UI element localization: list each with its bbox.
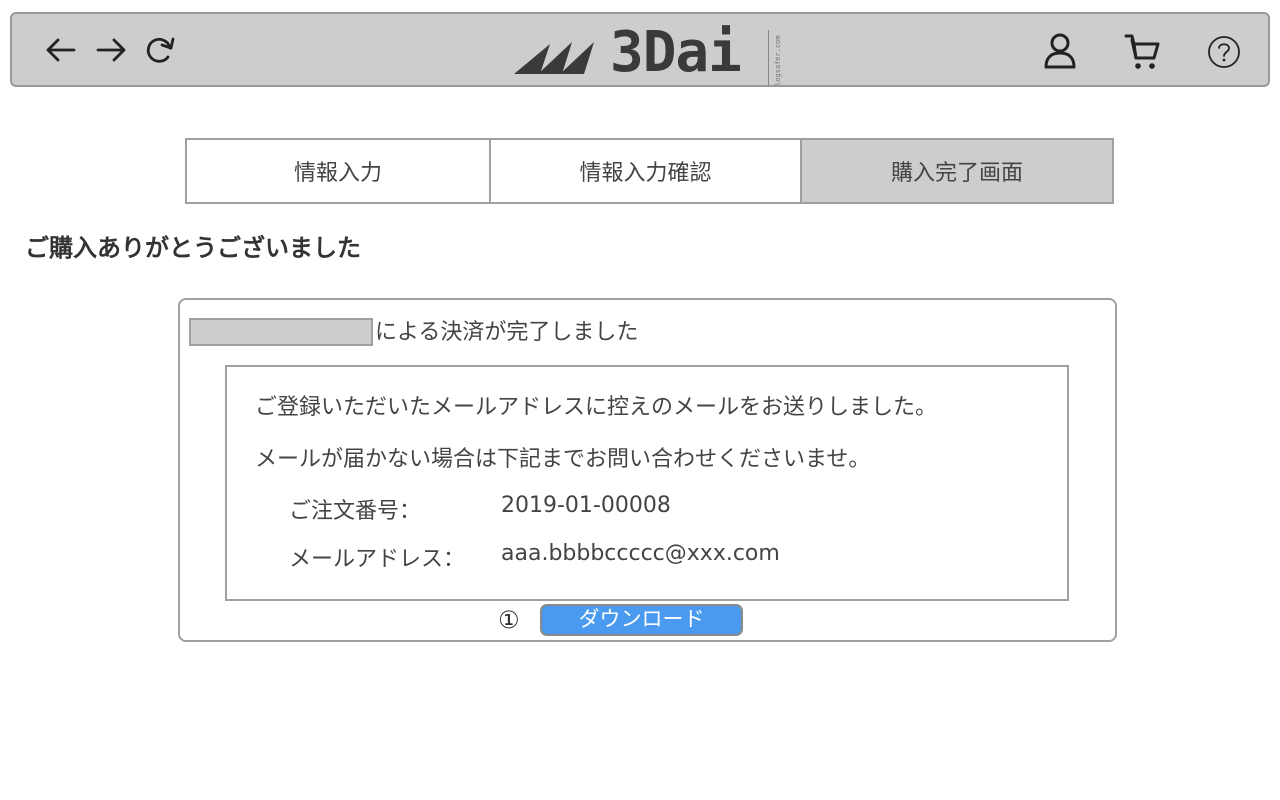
logo-divider	[768, 30, 769, 86]
order-info-box: ご登録いただいたメールアドレスに控えのメールをお送りしました。 メールが届かない…	[225, 365, 1069, 601]
order-number-value: 2019-01-00008	[501, 493, 671, 518]
annotation-marker: ①	[498, 606, 520, 634]
top-bar: 3Dai logsafer.com	[10, 12, 1270, 87]
email-value: aaa.bbbbccccc@xxx.com	[501, 541, 780, 566]
order-number-label: ご注文番号：	[289, 499, 422, 524]
payment-complete-text: による決済が完了しました	[375, 320, 639, 345]
logo-subtext: logsafer.com	[774, 35, 782, 86]
help-icon[interactable]	[1202, 30, 1246, 74]
cart-icon[interactable]	[1120, 30, 1164, 74]
completion-panel: による決済が完了しました ご登録いただいたメールアドレスに控えのメールをお送りし…	[178, 298, 1117, 642]
site-logo[interactable]: 3Dai logsafer.com	[510, 20, 800, 86]
contact-message: メールが届かない場合は下記までお問い合わせくださいませ。	[255, 447, 871, 472]
step-info-confirm: 情報入力確認	[489, 140, 800, 202]
page-title: ご購入ありがとうございました	[25, 234, 361, 262]
step-purchase-complete: 購入完了画面	[800, 140, 1112, 202]
payment-method-placeholder	[189, 318, 373, 346]
logo-mark-icon	[514, 42, 594, 74]
email-sent-message: ご登録いただいたメールアドレスに控えのメールをお送りしました。	[255, 395, 938, 420]
user-icon[interactable]	[1038, 30, 1082, 74]
logo-text: 3Dai	[610, 20, 742, 85]
reload-icon[interactable]	[142, 32, 178, 68]
step-tabs: 情報入力 情報入力確認 購入完了画面	[185, 138, 1114, 204]
arrow-right-icon[interactable]	[94, 32, 130, 68]
arrow-left-icon[interactable]	[42, 32, 78, 68]
download-button[interactable]: ダウンロード	[540, 604, 743, 636]
step-info-input: 情報入力	[187, 140, 489, 202]
email-label: メールアドレス：	[289, 547, 466, 572]
